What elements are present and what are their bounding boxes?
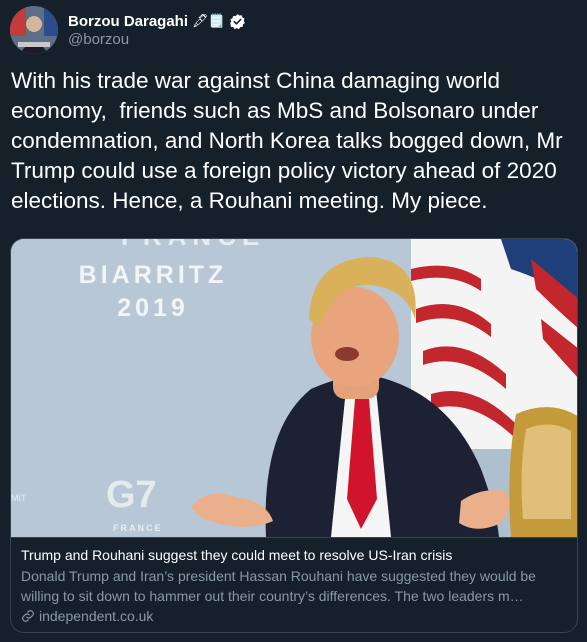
card-description: Donald Trump and Iran’s president Hassan… [21, 568, 536, 604]
card-image[interactable]: FRANCE BIARRITZ 2019 G7 FRANCE MIT [11, 239, 578, 537]
card-info[interactable]: Trump and Rouhani suggest they could mee… [11, 537, 577, 632]
card-domain: independent.co.uk [39, 608, 154, 624]
g7-logo-sub: FRANCE [113, 523, 163, 533]
name-row: Borzou Daragahi 🖋🗒️ [68, 13, 246, 30]
avatar-image [10, 6, 58, 54]
g7-logo: G7 [106, 474, 157, 516]
card-domain-row[interactable]: independent.co.uk [21, 608, 569, 624]
tweet-text: With his trade war against China damagin… [11, 68, 569, 213]
avatar[interactable] [10, 6, 58, 54]
tweet-header: Borzou Daragahi 🖋🗒️ @borzou [10, 6, 246, 54]
link-card[interactable]: FRANCE BIARRITZ 2019 G7 FRANCE MIT [10, 238, 578, 633]
author-handle[interactable]: @borzou [68, 31, 246, 48]
side-text: MIT [11, 493, 27, 503]
author-display-name[interactable]: Borzou Daragahi [68, 13, 188, 30]
card-title[interactable]: Trump and Rouhani suggest they could mee… [21, 546, 569, 564]
tweet[interactable]: Borzou Daragahi 🖋🗒️ @borzou With his tra… [0, 0, 587, 642]
verified-badge-icon [229, 13, 245, 29]
link-icon [22, 610, 34, 622]
banner-top-text: FRANCE [121, 239, 265, 251]
name-emoji: 🖋🗒️ [192, 13, 225, 28]
banner-year-text: 2019 [117, 294, 189, 322]
banner-city-text: BIARRITZ [79, 261, 228, 289]
author-names: Borzou Daragahi 🖋🗒️ @borzou [68, 13, 246, 48]
